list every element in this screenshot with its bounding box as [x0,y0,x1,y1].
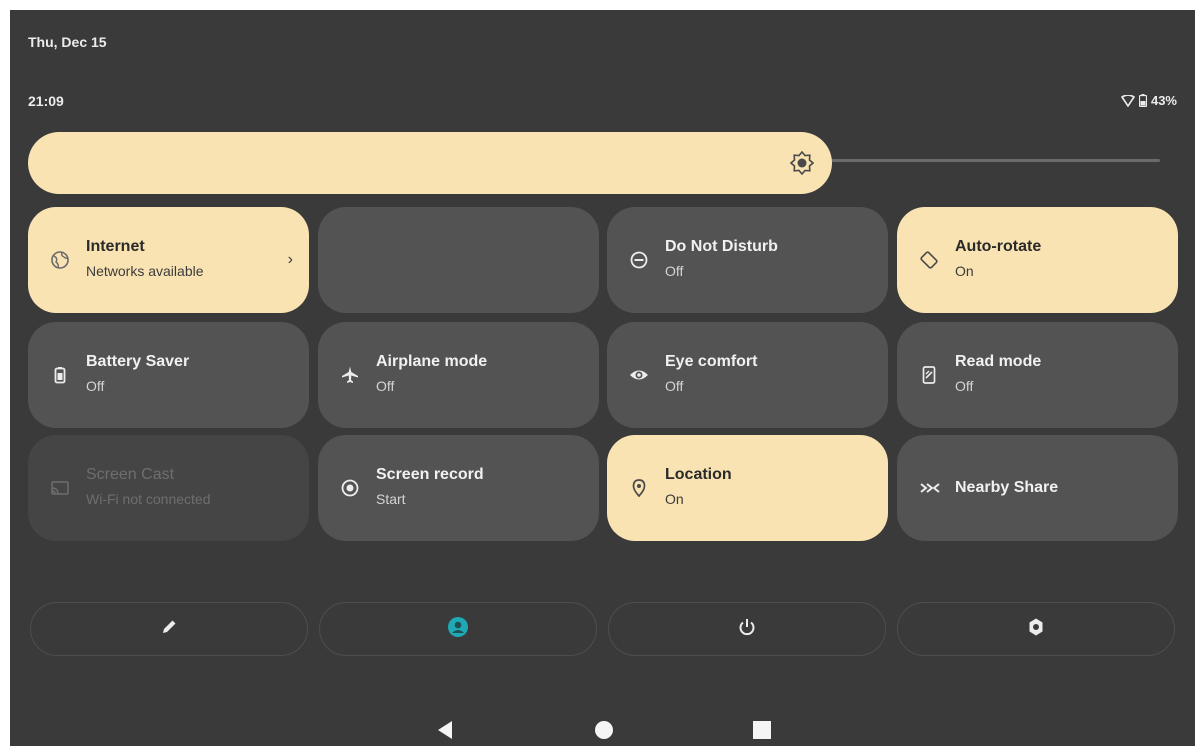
back-icon[interactable] [436,720,454,745]
tile-location[interactable]: Location On [607,435,888,541]
tile-subtitle: Off [955,378,974,394]
tile-read-mode[interactable]: Read mode Off [897,322,1178,428]
location-icon [629,478,649,498]
tile-subtitle: Off [86,378,105,394]
tile-do-not-disturb[interactable]: Do Not Disturb Off [607,207,888,313]
wifi-icon [1120,94,1135,107]
home-icon[interactable] [594,720,614,745]
tile-internet[interactable]: Internet Networks available › [28,207,309,313]
tile-title: Read mode [955,353,1042,370]
airplane-icon [340,365,360,385]
tile-title: Do Not Disturb [665,238,778,255]
tile-title: Eye comfort [665,353,758,370]
battery-percent: 43% [1150,93,1177,108]
tile-empty[interactable] [318,207,599,313]
battery-saver-icon [50,365,70,385]
chevron-right-icon: › [287,251,293,268]
tile-auto-rotate[interactable]: Auto-rotate On [897,207,1178,313]
tile-title: Airplane mode [376,353,488,370]
tile-title: Auto-rotate [955,238,1042,255]
brightness-track[interactable] [820,159,1160,162]
user-switch-button[interactable] [319,602,597,656]
power-icon [737,617,757,642]
tile-title: Battery Saver [86,353,190,370]
do-not-disturb-icon [629,250,649,270]
tile-title: Screen record [376,466,484,483]
tile-battery-saver[interactable]: Battery Saver Off [28,322,309,428]
globe-icon [50,250,70,270]
tile-airplane-mode[interactable]: Airplane mode Off [318,322,599,428]
tile-screen-cast[interactable]: Screen Cast Wi-Fi not connected [28,435,309,541]
tile-subtitle: Wi-Fi not connected [86,491,211,507]
read-mode-icon [919,365,939,385]
power-button[interactable] [608,602,886,656]
status-icons: 43% [1120,93,1177,108]
tile-subtitle: Off [665,378,684,394]
tile-nearby-share[interactable]: Nearby Share [897,435,1178,541]
tile-screen-record[interactable]: Screen record Start [318,435,599,541]
recents-icon[interactable] [752,720,772,745]
eye-icon [629,365,649,385]
settings-icon [1026,617,1046,642]
quick-settings-panel: Thu, Dec 15 21:09 43% Internet Networks … [10,10,1195,746]
nearby-share-icon [919,478,940,498]
edit-icon [160,618,178,641]
battery-icon [1138,94,1147,107]
settings-button[interactable] [897,602,1175,656]
tile-title: Screen Cast [86,466,175,483]
auto-rotate-icon [919,250,939,270]
brightness-icon [789,150,815,176]
date-label: Thu, Dec 15 [28,34,107,50]
tile-subtitle: Off [376,378,395,394]
tile-subtitle: On [955,263,974,279]
user-icon [447,616,469,643]
navigation-bar [10,716,1195,746]
edit-button[interactable] [30,602,308,656]
tile-title: Location [665,466,732,483]
tile-subtitle: Networks available [86,263,204,279]
tile-title: Internet [86,238,145,255]
screen-cast-icon [50,478,70,498]
tile-subtitle: On [665,491,684,507]
screen-record-icon [340,478,360,498]
tile-subtitle: Start [376,491,406,507]
clock: 21:09 [28,93,64,109]
tile-title: Nearby Share [955,479,1059,496]
tile-subtitle: Off [665,263,684,279]
tile-eye-comfort[interactable]: Eye comfort Off [607,322,888,428]
brightness-slider[interactable] [28,132,832,194]
